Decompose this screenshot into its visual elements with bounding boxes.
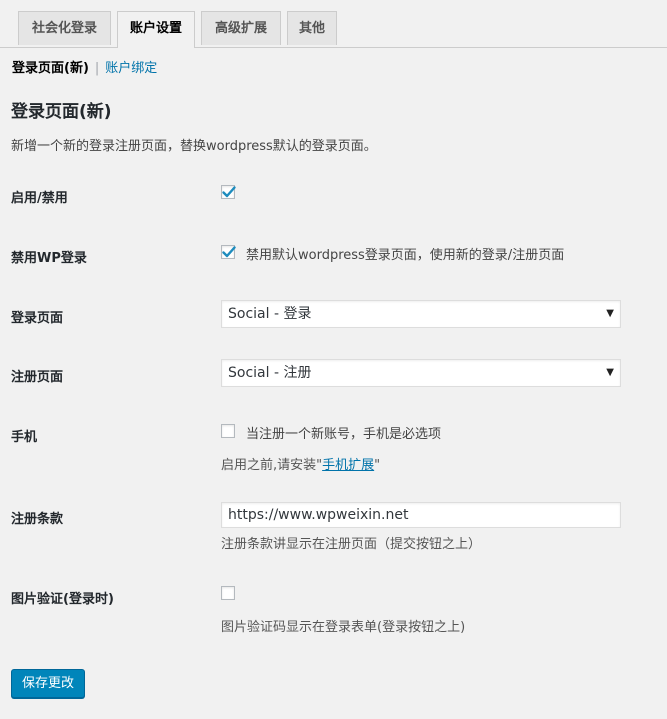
captcha-checkbox[interactable] xyxy=(221,586,235,600)
register-page-select[interactable]: Social - 注册 ▼ xyxy=(221,359,621,387)
captcha-help: 图片验证码显示在登录表单(登录按钮之上) xyxy=(221,620,466,635)
captcha-label: 图片验证(登录时) xyxy=(11,592,114,607)
disable-wp-login-checkbox[interactable] xyxy=(221,245,236,259)
login-page-select[interactable]: Social - 登录 ▼ xyxy=(221,300,621,328)
check-icon xyxy=(222,246,236,258)
register-page-label: 注册页面 xyxy=(11,370,64,385)
enable-label: 启用/禁用 xyxy=(11,191,68,206)
login-page-label: 登录页面 xyxy=(11,311,64,326)
terms-help: 注册条款讲显示在注册页面（提交按钮之上） xyxy=(221,537,482,552)
tab-advanced-extensions[interactable]: 高级扩展 xyxy=(201,11,281,45)
dropdown-arrow-icon: ▼ xyxy=(606,367,614,378)
mobile-required-checkbox[interactable] xyxy=(221,424,235,438)
tab-other[interactable]: 其他 xyxy=(287,11,337,45)
save-changes-button[interactable]: 保存更改 xyxy=(11,669,85,698)
enable-checkbox[interactable] xyxy=(221,185,236,199)
section-description: 新增一个新的登录注册页面，替换wordpress默认的登录页面。 xyxy=(11,139,377,154)
disable-wp-login-label: 禁用WP登录 xyxy=(11,251,87,266)
dropdown-arrow-icon: ▼ xyxy=(606,308,614,319)
tab-bar: 社会化登录 账户设置 高级扩展 其他 xyxy=(0,0,667,48)
terms-label: 注册条款 xyxy=(11,512,64,527)
subnav-account-binding-link[interactable]: 账户绑定 xyxy=(105,61,157,76)
login-page-selected: Social - 登录 xyxy=(228,306,312,322)
terms-url-input[interactable] xyxy=(221,502,621,528)
subnav: 登录页面(新) | 账户绑定 xyxy=(12,60,157,78)
register-page-selected: Social - 注册 xyxy=(228,365,312,381)
tab-social-login[interactable]: 社会化登录 xyxy=(18,11,111,45)
mobile-extension-link[interactable]: 手机扩展 xyxy=(322,458,374,473)
mobile-help: 启用之前,请安装"手机扩展" xyxy=(221,454,380,473)
subnav-separator: | xyxy=(94,61,100,76)
check-icon xyxy=(222,186,236,198)
mobile-help-prefix: 启用之前,请安装" xyxy=(221,458,323,473)
section-title: 登录页面(新) xyxy=(11,102,112,122)
subnav-current: 登录页面(新) xyxy=(12,61,89,76)
disable-wp-login-text: 禁用默认wordpress登录页面，使用新的登录/注册页面 xyxy=(246,248,565,263)
tab-account-settings[interactable]: 账户设置 xyxy=(117,11,195,48)
mobile-help-suffix: " xyxy=(374,458,381,473)
mobile-label: 手机 xyxy=(11,430,38,445)
mobile-required-text: 当注册一个新账号，手机是必选项 xyxy=(246,427,442,442)
